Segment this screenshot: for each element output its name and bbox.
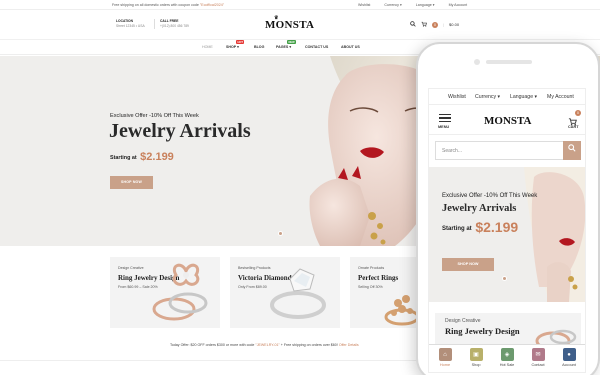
language-dropdown[interactable]: Language ▾ bbox=[416, 3, 435, 7]
nav-blog[interactable]: BLOG bbox=[254, 45, 264, 49]
offer-details-link[interactable]: Offer Details bbox=[339, 343, 359, 347]
site-header: LOCATION Street 12345 • USA CALL FREE +(… bbox=[0, 10, 600, 40]
search-icon bbox=[568, 144, 576, 152]
hero-price-line: Starting at $2.199 bbox=[110, 151, 174, 163]
cart-label: CART bbox=[568, 125, 579, 129]
hero-price: $2.199 bbox=[140, 151, 174, 163]
search-button[interactable] bbox=[563, 141, 581, 160]
user-icon: ● bbox=[562, 348, 576, 361]
mobile-language-dropdown[interactable]: Language ▾ bbox=[510, 94, 537, 100]
hot-sale-icon: ◈ bbox=[500, 348, 514, 361]
banner-victoria-diamond[interactable]: Bestselling Products Victoria Diamond On… bbox=[230, 257, 340, 328]
tab-account[interactable]: ● Account bbox=[556, 348, 582, 367]
cart-count-badge: 0 bbox=[432, 21, 438, 28]
mobile-hero-price-line: Starting at $2.199 bbox=[442, 219, 519, 235]
menu-icon[interactable] bbox=[439, 114, 451, 124]
mobile-hero-title: Jewelry Arrivals bbox=[442, 203, 517, 214]
mail-icon: ✉ bbox=[531, 348, 545, 361]
promo-text: Free shipping on all domestic orders wit… bbox=[112, 3, 224, 7]
top-bar: Free shipping on all domestic orders wit… bbox=[0, 0, 600, 10]
crown-icon: ♛ bbox=[274, 16, 279, 21]
mobile-hero-subtitle: Exclusive Offer -10% Off This Week bbox=[442, 193, 538, 199]
mobile-header: MENU MONSTA 0 CART bbox=[429, 105, 585, 135]
mobile-cart-badge: 0 bbox=[575, 110, 581, 116]
camera bbox=[474, 59, 480, 65]
mobile-logo[interactable]: MONSTA bbox=[484, 115, 531, 127]
mobile-tab-bar: ⌂ Home ▣ Shop ◈ Hot Sale ✉ Contact ● Acc… bbox=[429, 344, 585, 372]
ring-image bbox=[152, 263, 208, 321]
speaker bbox=[486, 60, 532, 64]
call-info: CALL FREE +(012) 800 456 789 bbox=[160, 19, 189, 28]
promo-code: "Ecoffical2024" bbox=[199, 3, 224, 7]
cart-icon[interactable] bbox=[421, 21, 427, 28]
mobile-account-link[interactable]: My Account bbox=[547, 94, 574, 100]
home-icon: ⌂ bbox=[438, 348, 452, 361]
hero-title: Jewelry Arrivals bbox=[109, 120, 251, 142]
banner-ring-design[interactable]: Design Creative Ring Jewelry Design From… bbox=[110, 257, 220, 328]
shop-bag-icon: ▣ bbox=[469, 348, 483, 361]
hero-subtitle: Exclusive Offer -10% Off This Week bbox=[110, 113, 199, 119]
new-badge: NEW bbox=[287, 40, 297, 44]
cart-total[interactable]: $0.00 bbox=[449, 22, 459, 27]
mobile-currency-dropdown[interactable]: Currency ▾ bbox=[475, 94, 500, 100]
nav-contact[interactable]: CONTACT US bbox=[305, 45, 328, 49]
nav-about[interactable]: ABOUT US bbox=[341, 45, 360, 49]
hot-badge: HOT bbox=[236, 40, 245, 44]
tab-home[interactable]: ⌂ Home bbox=[432, 348, 458, 367]
tab-shop[interactable]: ▣ Shop bbox=[463, 348, 489, 367]
wishlist-link[interactable]: Wishlist bbox=[358, 3, 370, 7]
mobile-hero: Exclusive Offer -10% Off This Week Jewel… bbox=[429, 167, 585, 302]
hero-shop-now-button[interactable]: SHOP NOW bbox=[110, 176, 153, 189]
diamond-ring-image bbox=[270, 268, 326, 319]
mobile-wishlist-link[interactable]: Wishlist bbox=[448, 94, 466, 100]
nav-shop[interactable]: SHOP ▾ HOT bbox=[226, 40, 245, 49]
location-info: LOCATION Street 12345 • USA bbox=[116, 19, 145, 28]
offer-note: Today Offer: $20 OFF orders $300 or more… bbox=[170, 343, 359, 347]
nav-home[interactable]: HOME bbox=[202, 45, 213, 49]
mobile-top-bar: Wishlist Currency ▾ Language ▾ My Accoun… bbox=[429, 89, 585, 105]
tab-contact[interactable]: ✉ Contact bbox=[525, 348, 551, 367]
search-icon[interactable] bbox=[410, 21, 416, 28]
mobile-slider-dot[interactable] bbox=[502, 276, 507, 281]
my-account-link[interactable]: My Account bbox=[449, 3, 468, 7]
menu-label: MENU bbox=[438, 125, 450, 129]
nav-pages[interactable]: PAGES ▾ NEW bbox=[276, 40, 297, 49]
tab-hot-sale[interactable]: ◈ Hot Sale bbox=[494, 348, 520, 367]
currency-dropdown[interactable]: Currency ▾ bbox=[384, 3, 401, 7]
mobile-hero-price: $2.199 bbox=[475, 219, 519, 235]
mobile-search-input[interactable]: Search... bbox=[435, 141, 581, 160]
divider bbox=[154, 19, 155, 29]
mobile-screen: Wishlist Currency ▾ Language ▾ My Accoun… bbox=[428, 88, 586, 373]
site-logo[interactable]: ♛ MONSTA bbox=[265, 16, 314, 31]
mobile-shop-now-button[interactable]: SHOP NOW bbox=[442, 258, 494, 271]
slider-dot[interactable] bbox=[278, 231, 283, 236]
